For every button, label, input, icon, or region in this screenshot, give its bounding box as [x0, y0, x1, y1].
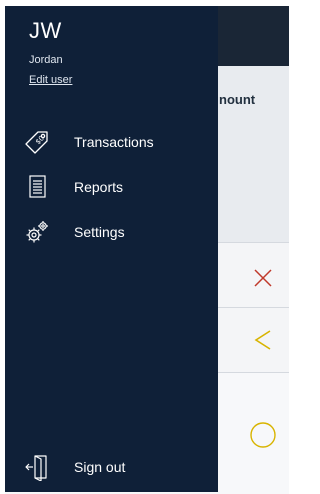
circle-icon — [250, 422, 276, 448]
tag-icon: $0 — [25, 131, 48, 154]
amount-column-title: nount — [219, 92, 256, 107]
menu-label-transactions: Transactions — [74, 134, 154, 150]
edit-user-link[interactable]: Edit user — [29, 74, 72, 86]
user-name: Jordan — [29, 54, 63, 66]
sign-out-button[interactable]: Sign out — [5, 449, 218, 485]
gears-icon — [26, 221, 48, 243]
menu-item-settings[interactable]: Settings — [5, 214, 218, 250]
menu-item-transactions[interactable]: $0 Transactions — [5, 124, 218, 160]
menu-label-reports: Reports — [74, 179, 124, 195]
exit-door-icon — [25, 455, 47, 481]
document-icon — [29, 175, 46, 198]
navigation-drawer: JW Jordan Edit user $0 Transactions Repo… — [5, 6, 218, 492]
sign-out-label: Sign out — [74, 459, 126, 475]
app-frame: nount JW Jordan Edit user $0 Transaction… — [0, 0, 289, 494]
chevron-left-icon — [254, 330, 271, 350]
menu-item-reports[interactable]: Reports — [5, 169, 218, 205]
x-icon — [254, 269, 272, 287]
user-initials: JW — [29, 18, 62, 43]
menu-label-settings: Settings — [74, 224, 125, 240]
